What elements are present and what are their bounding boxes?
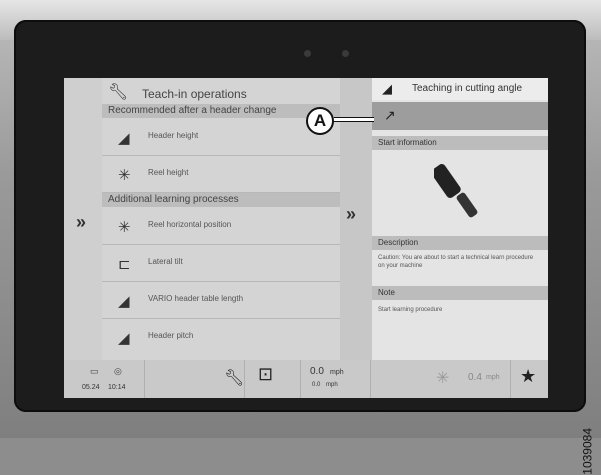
speed-sub-value: 0.0 — [312, 382, 321, 388]
reel-icon: ✳ — [436, 370, 450, 387]
list-item-label: Reel height — [148, 168, 189, 177]
speed-main-unit: mph — [330, 369, 344, 376]
sensor-dot — [342, 50, 349, 57]
tool-icon: 🔧︎ — [108, 84, 129, 101]
list-item-vario-table[interactable]: ◢ VARIO header table length — [102, 282, 340, 319]
header-pitch-icon: ◢ — [118, 330, 130, 347]
status-segment: 🔧︎ — [144, 360, 245, 398]
teach-in-list-panel: » 🔧︎ Teach-in operations Recommended aft… — [64, 78, 340, 360]
current-step-row[interactable]: ↗ — [372, 102, 548, 130]
expand-right-icon[interactable]: » — [346, 204, 356, 225]
star-icon: ★ — [520, 366, 537, 386]
step-arrow-icon: ↗ — [384, 107, 396, 123]
wrench-icon[interactable]: 🔧︎ — [224, 368, 244, 388]
speed-main-value: 0.0 — [310, 366, 324, 377]
reel-speed-segment: ✳ 0.4 mph — [370, 360, 511, 398]
cutting-angle-illustration-icon — [434, 164, 478, 218]
list-item-header-pitch[interactable]: ◢ Header pitch — [102, 319, 340, 355]
camera-icon[interactable]: ◎ — [114, 366, 122, 377]
section-additional: Additional learning processes — [102, 193, 340, 207]
note-text: Start learning procedure — [378, 307, 443, 313]
section-recommended: Recommended after a header change — [102, 104, 340, 118]
favorites-segment[interactable]: ★ — [510, 360, 548, 398]
description-text: Caution: You are about to start a techni… — [378, 255, 534, 269]
speed-sub-unit: mph — [326, 382, 338, 388]
list-item-label: Header pitch — [148, 331, 194, 340]
callout-a: A — [306, 107, 334, 135]
list-item-label: Lateral tilt — [148, 257, 183, 266]
cutting-angle-icon: ◢ — [382, 81, 392, 96]
time-text: 10:14 — [108, 384, 126, 391]
lateral-tilt-icon: ⊏ — [118, 256, 131, 273]
note-header: Note — [372, 286, 548, 300]
panel-title: Teach-in operations — [142, 87, 247, 101]
detail-panel: ◢ Teaching in cutting angle ↗ Start info… — [372, 78, 548, 360]
list-item-header-height[interactable]: ◢ Header height — [102, 119, 340, 156]
figure-number: 1039084 — [581, 428, 595, 475]
expand-left-icon[interactable]: » — [76, 212, 86, 233]
speed-right-unit: mph — [486, 374, 500, 381]
detail-title-bar: ◢ Teaching in cutting angle — [372, 78, 548, 100]
camera-dot — [304, 50, 311, 57]
header-status-segment[interactable]: ⊡ — [244, 360, 301, 398]
start-info-header: Start information — [372, 136, 548, 150]
list-item-reel-horizontal[interactable]: ✳ Reel horizontal position — [102, 208, 340, 245]
battery-icon: ▭ — [90, 366, 99, 376]
left-nav-strip: » — [64, 78, 102, 360]
date-text: 05.24 — [82, 384, 100, 391]
vario-table-icon: ◢ — [118, 293, 130, 310]
list-item-label: Reel horizontal position — [148, 220, 232, 229]
list-item-label: Header height — [148, 131, 199, 140]
list-item-label: VARIO header table length — [148, 294, 244, 303]
reel-height-icon: ✳ — [118, 167, 131, 184]
speed-segment: 0.0 mph 0.0 mph — [300, 360, 371, 398]
list-item-lateral-tilt[interactable]: ⊏ Lateral tilt — [102, 245, 340, 282]
header-drive-icon: ⊡ — [258, 364, 274, 384]
header-height-icon: ◢ — [118, 130, 130, 147]
list-item-reel-height[interactable]: ✳ Reel height — [102, 156, 340, 193]
description-header: Description — [372, 236, 548, 250]
callout-leader-line — [334, 117, 374, 122]
speed-right-value: 0.4 — [468, 372, 482, 383]
status-bar: ▭ ◎ 05.24 10:14 🔧︎ ⊡ 0.0 mph 0.0 mph ✳ 0… — [64, 360, 548, 398]
clock-segment: ▭ ◎ 05.24 10:14 — [64, 360, 145, 398]
detail-title: Teaching in cutting angle — [412, 83, 523, 94]
reel-horizontal-icon: ✳ — [118, 219, 131, 236]
